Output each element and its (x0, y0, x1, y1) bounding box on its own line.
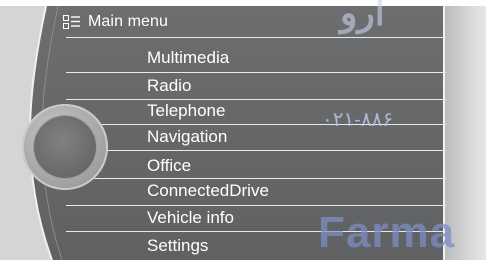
page-title: Main menu (88, 13, 169, 30)
controller-knob-center[interactable] (34, 116, 96, 178)
menu-item-telephone[interactable]: Telephone (147, 98, 225, 124)
menu-item-connecteddrive[interactable]: ConnectedDrive (147, 178, 269, 204)
menu-item-office[interactable]: Office (147, 153, 191, 179)
menu-item-vehicle-info[interactable]: Vehicle info (147, 205, 234, 231)
menu-item-multimedia[interactable]: Multimedia (147, 45, 229, 71)
top-border (0, 0, 486, 6)
menu-divider (66, 72, 446, 73)
menu-divider (66, 205, 446, 206)
menu-item-settings[interactable]: Settings (147, 233, 208, 259)
menu-divider (66, 150, 446, 151)
menu-item-radio[interactable]: Radio (147, 73, 191, 99)
idrive-screen: Main menu Multimedia Radio Telephone Nav… (0, 0, 486, 260)
watermark-phone: ۰۲۱-۸۸۶ (322, 109, 394, 131)
menu-header: Main menu (62, 9, 168, 35)
menu-item-navigation[interactable]: Navigation (147, 124, 227, 150)
menu-divider (66, 99, 446, 100)
menu-divider (66, 37, 446, 38)
watermark-brand: Farma (318, 208, 456, 257)
main-menu-icon (62, 14, 82, 30)
watermark-top-text: ارو (340, 0, 385, 33)
